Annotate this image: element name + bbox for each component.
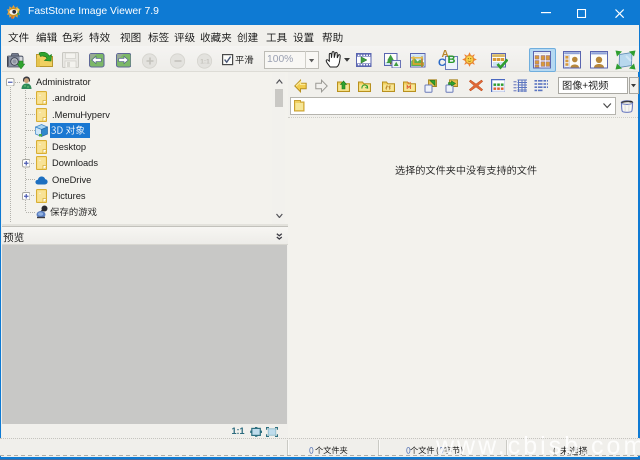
svg-text:1:1: 1:1 bbox=[200, 58, 210, 65]
